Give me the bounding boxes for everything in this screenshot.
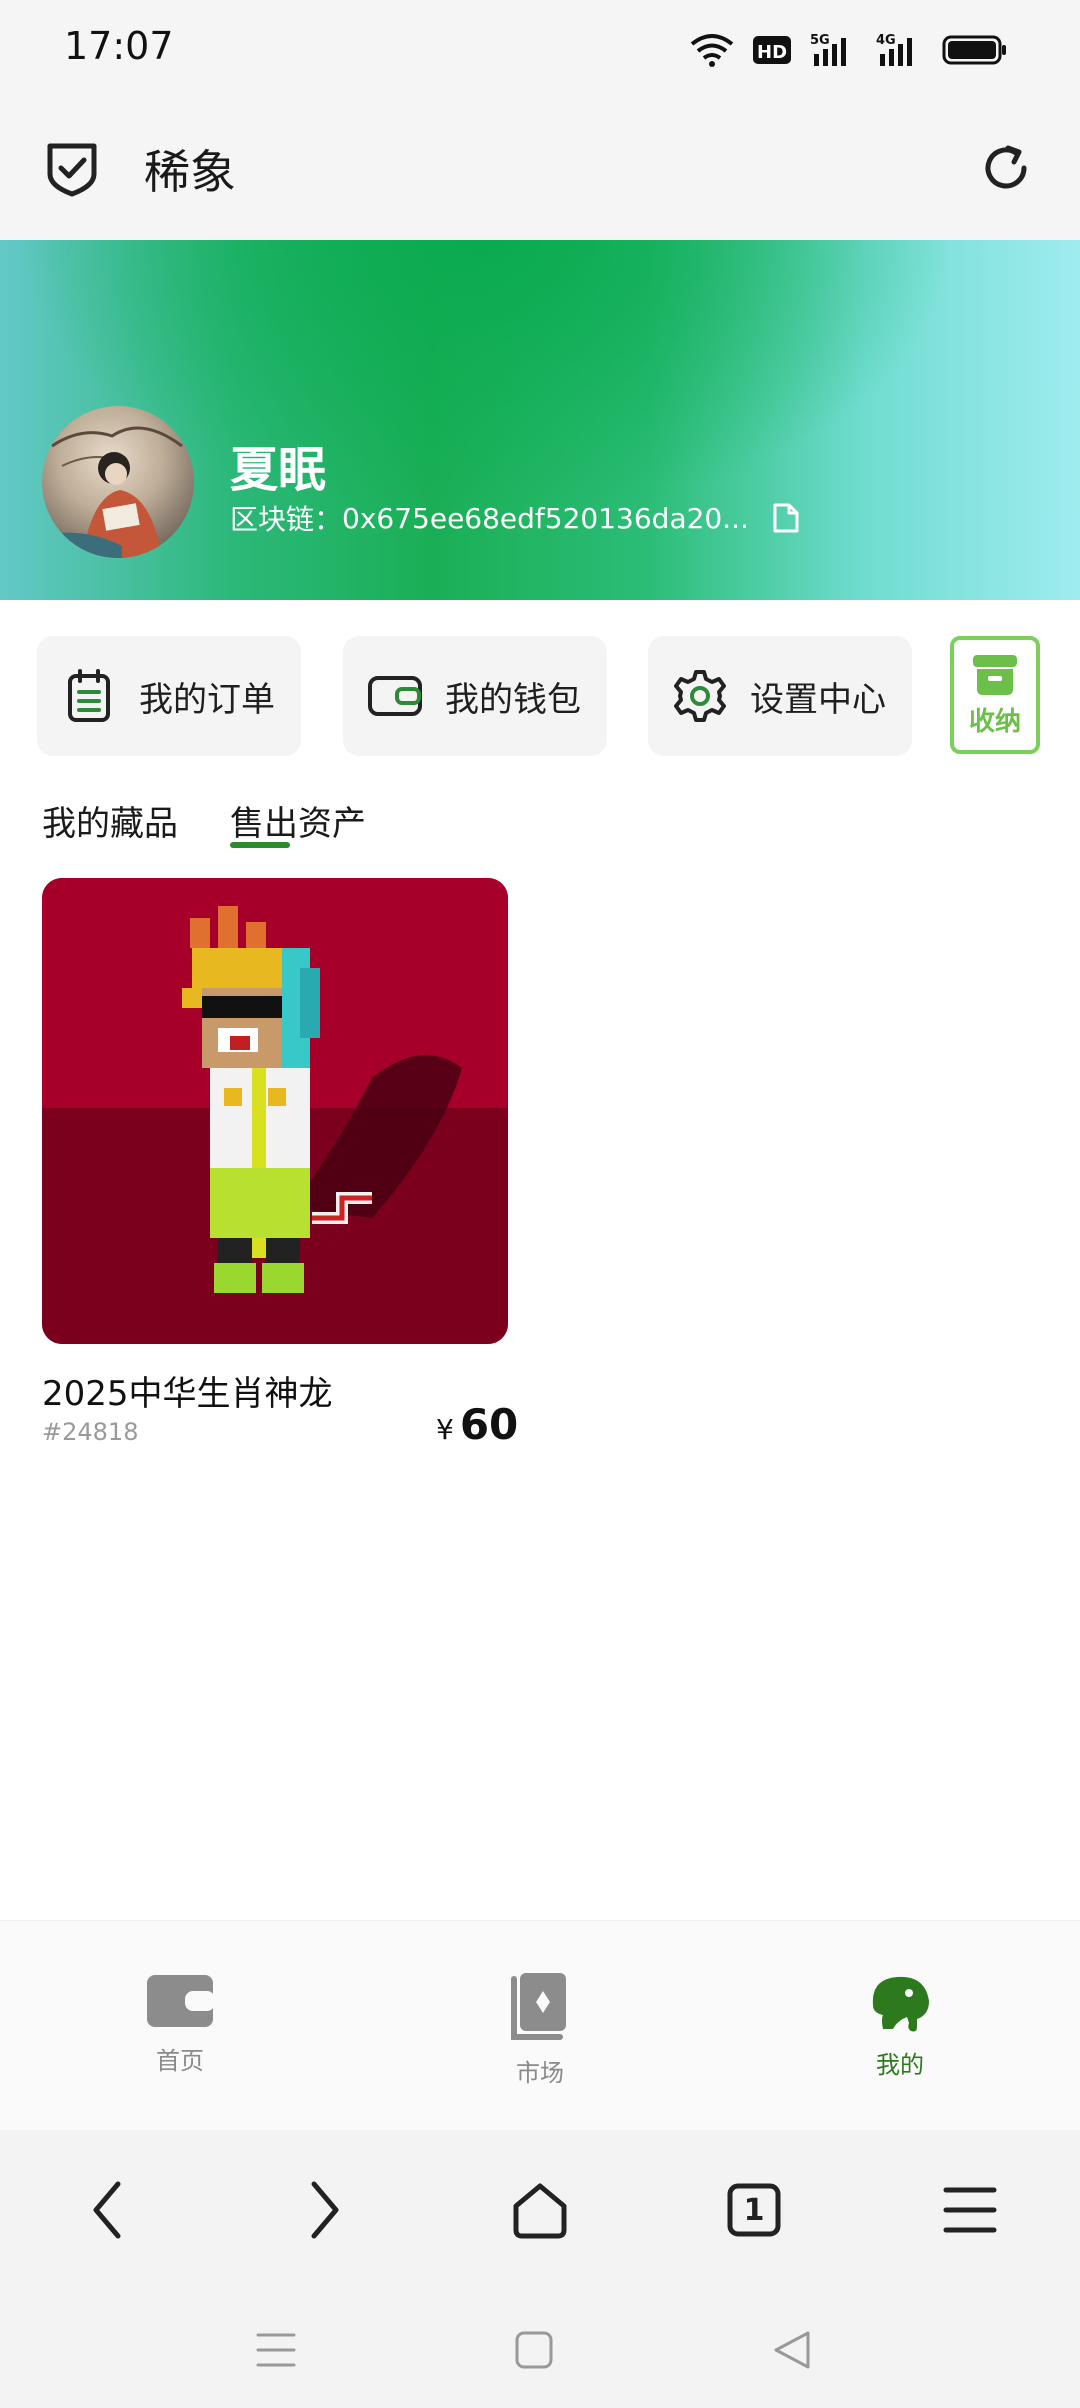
item-title[interactable]: 2025中华生肖神龙 bbox=[42, 1366, 333, 1415]
browser-forward-button[interactable] bbox=[288, 2174, 360, 2246]
app-header: 稀象 bbox=[0, 96, 1080, 240]
chain-address: 0x675ee68edf520136da20... bbox=[342, 501, 749, 535]
my-orders-button[interactable]: 我的订单 bbox=[37, 636, 301, 756]
elephant-icon bbox=[872, 1976, 929, 2032]
gear-icon bbox=[672, 668, 728, 724]
chain-address-row: 区块链： 0x675ee68edf520136da20... bbox=[230, 498, 801, 538]
nav-market-label: 市场 bbox=[516, 2059, 564, 2087]
avatar[interactable] bbox=[42, 406, 194, 558]
status-icons: HD 5G 4G bbox=[690, 28, 1008, 72]
browser-toolbar: 1 bbox=[0, 2130, 1080, 2290]
svg-text:HD: HD bbox=[757, 42, 787, 63]
wallet-icon bbox=[147, 1975, 215, 2027]
home-icon bbox=[513, 2183, 567, 2239]
nav-mine[interactable]: 我的 bbox=[840, 1971, 960, 2080]
status-time: 17:07 bbox=[64, 24, 174, 68]
page-title: 稀象 bbox=[144, 145, 236, 199]
refresh-icon[interactable] bbox=[978, 140, 1034, 196]
nav-mine-label: 我的 bbox=[876, 2051, 924, 2079]
system-recents-button[interactable] bbox=[246, 2320, 306, 2380]
browser-back-button[interactable] bbox=[72, 2174, 144, 2246]
browser-home-button[interactable] bbox=[504, 2174, 576, 2246]
clipboard-icon bbox=[61, 668, 117, 724]
triangle-back-icon bbox=[774, 2331, 810, 2369]
settings-center-button[interactable]: 设置中心 bbox=[648, 636, 912, 756]
settings-center-label: 设置中心 bbox=[750, 679, 886, 720]
system-nav-bar bbox=[0, 2290, 1080, 2408]
chevron-right-icon bbox=[311, 2181, 339, 2239]
tab-my-collection[interactable]: 我的藏品 bbox=[42, 796, 178, 845]
voxel-dragon-figure-image bbox=[42, 878, 508, 1344]
profile-banner: 夏眠 区块链： 0x675ee68edf520136da20... bbox=[0, 240, 1080, 600]
svg-text:4G: 4G bbox=[876, 33, 896, 48]
active-tab-indicator bbox=[230, 842, 290, 848]
my-wallet-button[interactable]: 我的钱包 bbox=[343, 636, 607, 756]
archive-box-icon bbox=[973, 654, 1017, 695]
username: 夏眠 bbox=[230, 442, 327, 498]
recents-menu-icon bbox=[256, 2333, 296, 2367]
system-home-button[interactable] bbox=[504, 2320, 564, 2380]
book-icon bbox=[511, 1973, 566, 2040]
browser-menu-button[interactable] bbox=[934, 2174, 1006, 2246]
hamburger-menu-icon bbox=[943, 2187, 997, 2233]
storage-label: 收纳 bbox=[968, 706, 1021, 737]
nav-home[interactable]: 首页 bbox=[120, 1971, 240, 2076]
hd-icon: HD bbox=[753, 36, 791, 64]
bottom-nav: 首页 市场 我的 bbox=[0, 1920, 1080, 2131]
browser-tabs-button[interactable]: 1 bbox=[718, 2174, 790, 2246]
my-wallet-label: 我的钱包 bbox=[445, 679, 581, 720]
wifi-icon bbox=[690, 34, 734, 67]
my-orders-label: 我的订单 bbox=[139, 679, 275, 720]
avatar-illustration bbox=[42, 426, 183, 558]
nav-market[interactable]: 市场 bbox=[480, 1971, 600, 2088]
system-back-button[interactable] bbox=[762, 2320, 822, 2380]
square-home-icon bbox=[515, 2331, 553, 2369]
tab-count: 1 bbox=[743, 2192, 765, 2228]
chain-label: 区块链： bbox=[230, 503, 343, 536]
status-bar: 17:07 HD 5G 4G bbox=[0, 0, 1080, 96]
battery-icon bbox=[942, 35, 1006, 65]
item-image[interactable] bbox=[42, 878, 508, 1344]
currency-symbol: ¥ bbox=[436, 1413, 454, 1446]
nav-home-label: 首页 bbox=[156, 2047, 204, 2075]
wallet-icon bbox=[367, 668, 423, 724]
signal-4g-icon: 4G bbox=[876, 33, 912, 66]
copy-icon[interactable] bbox=[771, 502, 801, 534]
svg-text:5G: 5G bbox=[810, 33, 830, 48]
item-price: ¥ 60 bbox=[436, 1400, 518, 1449]
chevron-left-icon bbox=[93, 2181, 121, 2239]
storage-button[interactable]: 收纳 bbox=[950, 636, 1040, 754]
item-serial: #24818 bbox=[42, 1418, 139, 1446]
tab-sold-assets[interactable]: 售出资产 bbox=[230, 796, 366, 845]
price-value: 60 bbox=[459, 1400, 519, 1449]
signal-5g-icon: 5G bbox=[810, 33, 846, 66]
shield-check-icon[interactable] bbox=[44, 138, 100, 198]
